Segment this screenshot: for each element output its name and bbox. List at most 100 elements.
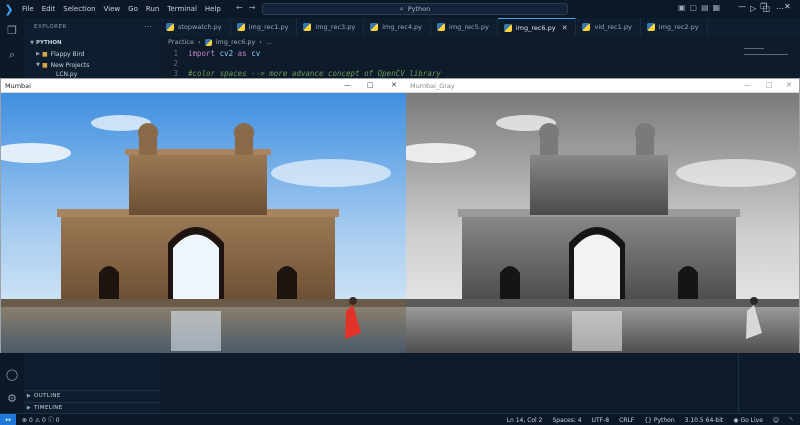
more-actions-icon[interactable]: ⋯ bbox=[144, 22, 152, 31]
close-icon[interactable]: ✕ bbox=[786, 81, 792, 89]
python-file-icon bbox=[236, 23, 245, 31]
editor-actions: ▷◫⋯ bbox=[750, 4, 790, 13]
menu-selection[interactable]: Selection bbox=[59, 5, 99, 13]
python-file-icon bbox=[503, 23, 512, 32]
menu-file[interactable]: File bbox=[18, 5, 38, 13]
tab-stopwatch[interactable]: stopwatch.py bbox=[160, 18, 231, 36]
chevron-down-icon: ▼ bbox=[36, 62, 40, 68]
tree-item-label: LCN.py bbox=[56, 70, 78, 78]
tree-item-lcn[interactable]: LCN.py bbox=[56, 70, 77, 78]
info-icon: ⓘ bbox=[47, 417, 54, 424]
more-actions-icon[interactable]: ⋯ bbox=[776, 4, 790, 13]
search-icon[interactable]: ⌕ bbox=[5, 48, 19, 62]
breadcrumb-folder[interactable]: Practice bbox=[168, 38, 194, 46]
outline-section[interactable]: ▶ OUTLINE bbox=[24, 390, 160, 401]
indentation[interactable]: Spaces: 4 bbox=[552, 417, 581, 424]
python-file-icon bbox=[303, 23, 312, 31]
command-center-search[interactable]: ⌕ Python bbox=[262, 3, 568, 15]
line-number: 2 bbox=[173, 58, 178, 68]
window-title-bar[interactable]: Mumbai — □ ✕ bbox=[1, 79, 406, 93]
tree-root-label: PYTHON bbox=[36, 40, 62, 46]
window-title: Mumbai_Gray bbox=[410, 81, 455, 90]
split-editor-icon[interactable]: ◫ bbox=[762, 4, 776, 13]
tab-label: img_rec5.py bbox=[449, 23, 489, 31]
window-title-bar[interactable]: Mumbai_Gray — □ ✕ bbox=[406, 79, 799, 93]
breadcrumb-more[interactable]: ... bbox=[266, 38, 272, 46]
account-icon[interactable]: ☺ bbox=[773, 417, 779, 424]
menu-edit[interactable]: Edit bbox=[38, 5, 60, 13]
tab-img-rec3[interactable]: img_rec3.py bbox=[297, 18, 365, 36]
line-number: 3 bbox=[173, 68, 178, 78]
status-bar-right: Ln 14, Col 2 Spaces: 4 UTF-8 CRLF {} Pyt… bbox=[507, 414, 794, 425]
line-ending[interactable]: CRLF bbox=[619, 417, 634, 424]
run-icon[interactable]: ▷ bbox=[750, 4, 762, 13]
title-bar: ❯ File Edit Selection View Go Run Termin… bbox=[0, 0, 800, 18]
settings-gear-icon[interactable]: ⚙ bbox=[5, 392, 19, 406]
opencv-window-color[interactable]: Mumbai — □ ✕ bbox=[0, 78, 407, 353]
tab-img-rec4[interactable]: img_rec4.py bbox=[364, 18, 432, 36]
minimap-divider bbox=[738, 353, 739, 413]
tree-root[interactable]: ▼ PYTHON bbox=[28, 38, 62, 48]
explorer-title: EXPLORER bbox=[34, 24, 67, 30]
editor-tab-bar: stopwatch.py img_rec1.py img_rec3.py img… bbox=[160, 18, 800, 36]
code-line: 1 import cv2 as cv bbox=[160, 48, 740, 58]
navigation-arrows[interactable]: ←→ bbox=[236, 3, 261, 12]
breadcrumb-separator-icon: › bbox=[197, 38, 201, 46]
breadcrumb-file[interactable]: img_rec6.py bbox=[216, 38, 256, 46]
error-count: 0 bbox=[28, 417, 33, 424]
error-icon: ⊗ bbox=[22, 417, 28, 424]
chevron-right-icon: ▶ bbox=[26, 405, 32, 411]
opencv-window-gray[interactable]: Mumbai_Gray — □ ✕ bbox=[406, 78, 800, 353]
minimap[interactable] bbox=[744, 48, 792, 68]
notification-bell-icon[interactable]: ␇ bbox=[789, 416, 794, 424]
tab-img-rec2[interactable]: img_rec2.py bbox=[641, 18, 708, 36]
mumbai-gray-image bbox=[406, 93, 799, 353]
go-live-label: Go Live bbox=[740, 416, 763, 424]
tab-vid-rec1[interactable]: vid_rec1.py bbox=[576, 18, 641, 36]
menu-view[interactable]: View bbox=[100, 5, 125, 13]
breadcrumb-separator-icon: › bbox=[259, 38, 262, 46]
tab-img-rec1[interactable]: img_rec1.py bbox=[231, 18, 298, 36]
tab-img-rec5[interactable]: img_rec5.py bbox=[431, 18, 498, 36]
encoding[interactable]: UTF-8 bbox=[592, 417, 610, 424]
python-interpreter[interactable]: 3.10.5 64-bit bbox=[685, 417, 724, 424]
tree-item-label: Flappy Bird bbox=[50, 50, 85, 58]
warning-count: 0 bbox=[42, 417, 46, 424]
chevron-right-icon: ▶ bbox=[36, 51, 40, 57]
remote-icon[interactable]: ↔ bbox=[0, 413, 16, 425]
folder-icon: ■ bbox=[42, 50, 48, 58]
problems-status[interactable]: ⊗ 0 ⚠ 0 ⓘ 0 bbox=[22, 415, 60, 424]
chevron-right-icon: ▶ bbox=[26, 393, 32, 399]
warning-icon: ⚠ bbox=[34, 417, 41, 424]
language-mode[interactable]: {} Python bbox=[644, 417, 674, 424]
status-bar: ↔ ⊗ 0 ⚠ 0 ⓘ 0 Ln 14, Col 2 Spaces: 4 UTF… bbox=[0, 413, 800, 425]
timeline-section[interactable]: ▶ TIMELINE bbox=[24, 402, 160, 413]
braces-icon: {} bbox=[644, 416, 652, 424]
layout-toggle-icons[interactable]: ▣▢▤▦ bbox=[678, 3, 724, 12]
python-file-icon bbox=[370, 23, 379, 31]
go-live-button[interactable]: ◉ Go Live bbox=[733, 417, 763, 424]
explorer-icon[interactable]: ❐ bbox=[5, 24, 19, 38]
python-file-icon bbox=[204, 38, 212, 46]
minimize-icon[interactable]: — bbox=[744, 81, 751, 89]
menu-terminal[interactable]: Terminal bbox=[163, 5, 201, 13]
menu-run[interactable]: Run bbox=[142, 5, 163, 13]
maximize-icon[interactable]: □ bbox=[367, 81, 374, 89]
outline-label: OUTLINE bbox=[34, 393, 61, 399]
tab-label: img_rec4.py bbox=[382, 23, 423, 31]
account-icon[interactable]: ◯ bbox=[5, 368, 19, 382]
menu-go[interactable]: Go bbox=[124, 5, 142, 13]
tree-item-flappy-bird[interactable]: ▶ ■ Flappy Bird bbox=[34, 49, 85, 59]
minimize-icon[interactable]: — bbox=[738, 2, 746, 11]
tab-label: img_rec6.py bbox=[515, 23, 556, 32]
tab-label: img_rec2.py bbox=[658, 23, 699, 31]
close-icon[interactable]: ✕ bbox=[562, 24, 568, 32]
minimize-icon[interactable]: — bbox=[344, 81, 351, 89]
close-icon[interactable]: ✕ bbox=[391, 81, 397, 89]
menu-help[interactable]: Help bbox=[201, 5, 225, 13]
cursor-position[interactable]: Ln 14, Col 2 bbox=[507, 417, 543, 424]
maximize-icon[interactable]: □ bbox=[766, 81, 773, 89]
tab-img-rec6[interactable]: img_rec6.py ✕ bbox=[497, 18, 577, 36]
chevron-down-icon: ▼ bbox=[30, 40, 34, 46]
tree-item-new-projects[interactable]: ▼ ■ New Projects bbox=[34, 60, 89, 70]
